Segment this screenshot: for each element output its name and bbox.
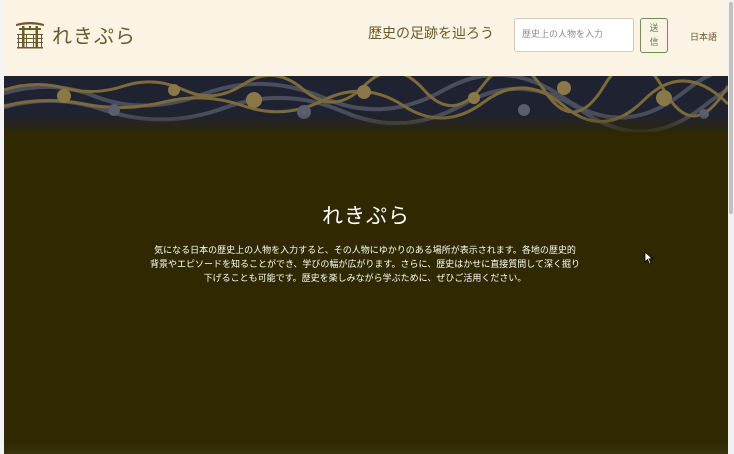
site-header: れきぷら 歴史の足跡を辿ろう 送信 日本語: [4, 0, 728, 76]
scrollbar-thumb[interactable]: [729, 2, 733, 214]
logo-text: れきぷら: [52, 23, 136, 48]
hero-fade: [4, 114, 728, 138]
hero-title: れきぷら: [322, 204, 410, 228]
tagline: 歴史の足跡を辿ろう: [368, 26, 494, 42]
logo[interactable]: れきぷら: [14, 18, 136, 50]
torii-gate-icon: [16, 22, 44, 49]
hero-section: れきぷら 気になる日本の歴史上の人物を入力すると、その人物にゆかりのある場所が表…: [4, 76, 728, 454]
scrollbar[interactable]: [728, 0, 734, 454]
language-selector[interactable]: 日本語: [690, 30, 717, 43]
search-input[interactable]: [514, 18, 634, 52]
hero-bottom-edge: [4, 442, 728, 454]
send-button[interactable]: 送信: [640, 18, 668, 53]
hero-description: 気になる日本の歴史上の人物を入力すると、その人物にゆかりのある場所が表示されます…: [150, 246, 580, 284]
mouse-cursor-icon: [644, 251, 654, 265]
